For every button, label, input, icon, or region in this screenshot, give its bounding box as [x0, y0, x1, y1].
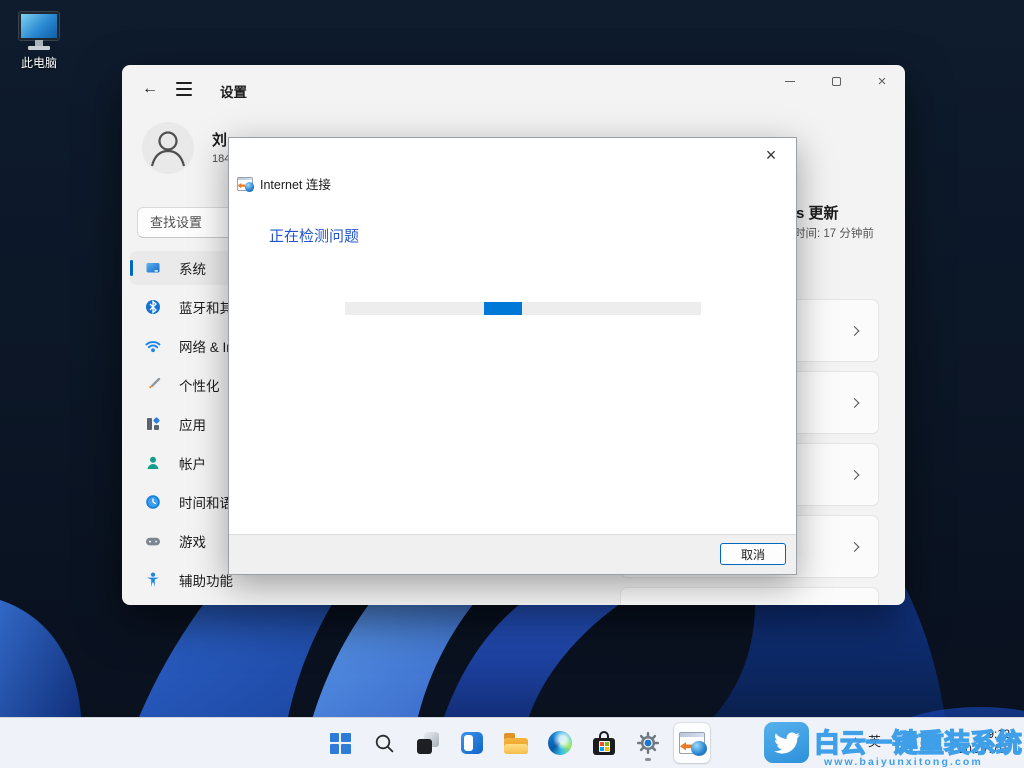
- sidebar-item-label: 帐户: [179, 453, 206, 473]
- clock-time: 9:12: [959, 728, 1010, 744]
- minimize-icon: [785, 81, 795, 82]
- edge-icon: [548, 731, 572, 755]
- sidebar-item-apps[interactable]: 应用: [130, 407, 238, 441]
- dialog-title: Internet 连接: [260, 174, 331, 193]
- volume-icon[interactable]: [919, 736, 933, 750]
- dialog-close-button[interactable]: ×: [758, 142, 784, 168]
- wifi-icon: [145, 338, 161, 354]
- brush-icon: [145, 377, 161, 393]
- cancel-button[interactable]: 取消: [720, 543, 786, 565]
- troubleshooter-dialog: × Internet 连接 正在检测问题 取消: [228, 137, 797, 575]
- sidebar-item-label: 个性化: [179, 375, 220, 395]
- maximize-button[interactable]: [813, 65, 859, 97]
- chevron-right-icon: [850, 398, 860, 408]
- ime-indicator[interactable]: 英: [868, 731, 881, 750]
- file-explorer-button[interactable]: [498, 723, 534, 763]
- task-view-button[interactable]: [410, 723, 446, 763]
- close-button[interactable]: ×: [859, 65, 905, 97]
- profile-name: 刘: [212, 129, 227, 150]
- sidebar-item-network[interactable]: 网络 & In: [130, 329, 238, 363]
- troubleshooter-icon: [237, 177, 253, 191]
- maximize-icon: [832, 77, 841, 86]
- sidebar-item-time-language[interactable]: 时间和语: [130, 485, 238, 519]
- chevron-right-icon: [850, 326, 860, 336]
- minimize-button[interactable]: [767, 65, 813, 97]
- clock-icon: [145, 494, 161, 510]
- sidebar-item-label: 辅助功能: [179, 570, 233, 590]
- sidebar-item-accounts[interactable]: 帐户: [130, 446, 238, 480]
- sidebar-item-label: 游戏: [179, 531, 206, 551]
- back-button[interactable]: ←: [138, 77, 162, 101]
- settings-title: 设置: [220, 81, 247, 101]
- dialog-footer: 取消: [229, 534, 796, 574]
- monitor-icon: [10, 12, 68, 50]
- bluetooth-icon: [145, 299, 161, 315]
- sidebar-item-system[interactable]: 系统: [130, 251, 238, 285]
- gamepad-icon: [145, 533, 161, 549]
- settings-card[interactable]: [620, 587, 879, 605]
- troubleshooter-icon: [679, 732, 705, 754]
- chevron-right-icon: [850, 470, 860, 480]
- task-view-icon: [417, 732, 439, 754]
- network-icon[interactable]: [897, 736, 911, 750]
- search-button[interactable]: [366, 723, 402, 763]
- clock[interactable]: 9:12 2021/7/16: [959, 728, 1010, 759]
- progress-bar: [345, 302, 701, 315]
- taskbar-center-icons: [322, 723, 710, 763]
- widgets-icon: [461, 732, 483, 754]
- this-pc-label: 此电脑: [10, 54, 68, 71]
- gear-icon: [636, 731, 660, 755]
- sidebar-item-accessibility[interactable]: 辅助功能: [130, 563, 238, 597]
- folder-icon: [504, 733, 528, 754]
- search-icon: [374, 733, 395, 754]
- taskbar: 英 9:12 2021/7/16: [0, 717, 1024, 768]
- account-icon: [145, 455, 161, 471]
- sidebar-item-personalization[interactable]: 个性化: [130, 368, 238, 402]
- edge-button[interactable]: [542, 723, 578, 763]
- close-icon: ×: [878, 74, 887, 89]
- dialog-status-text: 正在检测问题: [269, 225, 359, 246]
- last-checked-text: 时间: 17 分钟前: [794, 225, 874, 241]
- sidebar-item-label: 蓝牙和其: [179, 297, 233, 317]
- window-controls: ×: [767, 65, 905, 97]
- start-button[interactable]: [322, 723, 358, 763]
- widgets-button[interactable]: [454, 723, 490, 763]
- troubleshooter-button[interactable]: [674, 723, 710, 763]
- sidebar-item-label: 时间和语: [179, 492, 233, 512]
- clock-date: 2021/7/16: [959, 743, 1010, 759]
- settings-sidebar: 系统 蓝牙和其 网络 & In 个性化: [130, 251, 238, 597]
- apps-icon: [145, 416, 161, 432]
- system-icon: [145, 260, 161, 276]
- sidebar-item-bluetooth[interactable]: 蓝牙和其: [130, 290, 238, 324]
- settings-button[interactable]: [630, 723, 666, 763]
- person-icon: [142, 122, 194, 174]
- chevron-right-icon: [850, 542, 860, 552]
- store-button[interactable]: [586, 723, 622, 763]
- sidebar-item-label: 应用: [179, 414, 206, 434]
- hamburger-icon[interactable]: [176, 82, 192, 96]
- store-icon: [593, 731, 615, 755]
- accessibility-icon: [145, 572, 161, 588]
- sidebar-item-label: 系统: [179, 258, 206, 278]
- windows-logo-icon: [330, 733, 351, 754]
- sidebar-item-label: 网络 & In: [179, 336, 234, 356]
- sidebar-item-gaming[interactable]: 游戏: [130, 524, 238, 558]
- progress-bar-indicator: [484, 302, 522, 315]
- screen: 此电脑 ← 设置 × 刘 184 系统: [0, 0, 1024, 768]
- hidden-icons-chevron[interactable]: [851, 738, 861, 748]
- avatar[interactable]: [142, 122, 194, 174]
- this-pc-desktop-icon[interactable]: 此电脑: [10, 12, 68, 71]
- windows-update-title: s 更新: [796, 202, 839, 223]
